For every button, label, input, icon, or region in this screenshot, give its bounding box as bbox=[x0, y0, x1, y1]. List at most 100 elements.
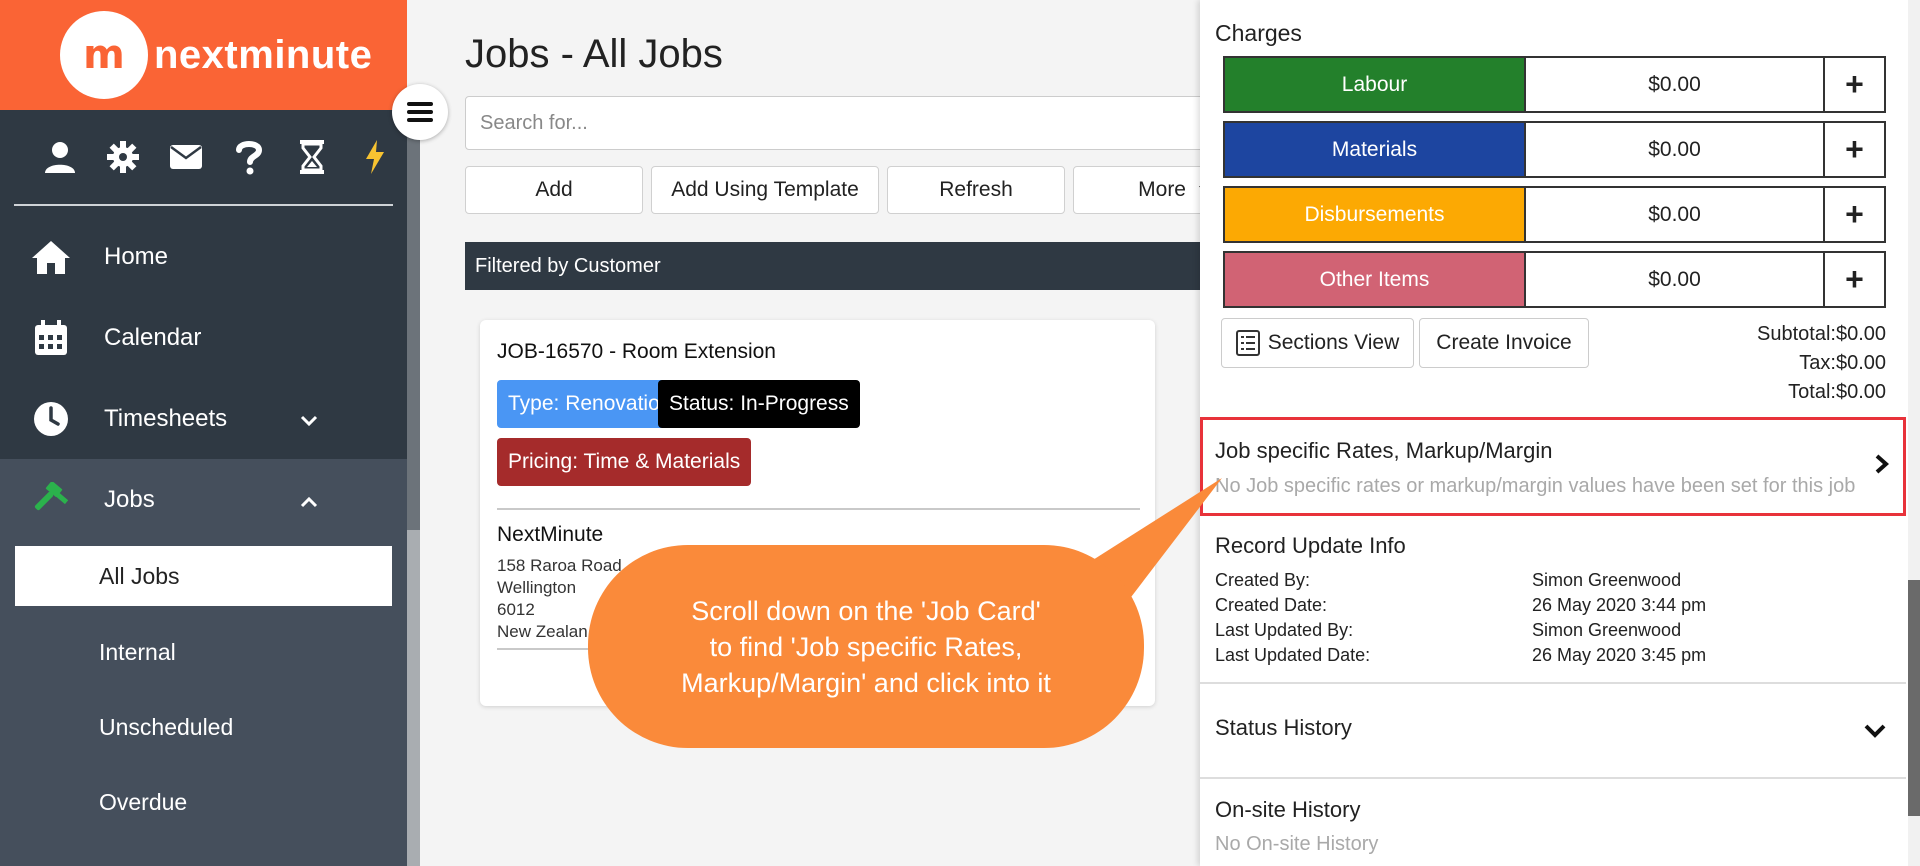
divider bbox=[497, 508, 1140, 510]
charge-value: $0.00 bbox=[1524, 188, 1823, 241]
clock-icon bbox=[28, 396, 74, 442]
nav-calendar[interactable]: Calendar bbox=[0, 297, 407, 378]
customer-name: NextMinute bbox=[497, 523, 604, 546]
plus-icon: + bbox=[1845, 131, 1864, 167]
sidebar: m nextminute Home Calendar Timesheets Jo… bbox=[0, 0, 407, 866]
status-history-title[interactable]: Status History bbox=[1215, 715, 1352, 741]
plus-icon: + bbox=[1845, 196, 1864, 232]
chevron-down-icon[interactable] bbox=[1864, 724, 1886, 743]
record-label: Last Updated Date: bbox=[1215, 645, 1371, 665]
divider bbox=[1200, 682, 1906, 684]
hourglass-icon[interactable] bbox=[281, 137, 344, 177]
home-icon bbox=[28, 234, 74, 280]
record-info-title: Record Update Info bbox=[1215, 533, 1406, 558]
rates-title: Job specific Rates, Markup/Margin bbox=[1215, 438, 1553, 463]
add-template-button[interactable]: Add Using Template bbox=[651, 166, 879, 214]
charge-row-materials: Materials $0.00 + bbox=[1223, 121, 1886, 178]
hamburger-icon bbox=[407, 102, 433, 122]
help-icon[interactable] bbox=[218, 137, 281, 177]
sidebar-scrollbar[interactable] bbox=[407, 110, 420, 866]
scroll-thumb[interactable] bbox=[1908, 580, 1920, 816]
type-badge: Type: Renovation bbox=[497, 380, 683, 428]
add-labour-button[interactable]: + bbox=[1823, 58, 1884, 111]
plus-icon: + bbox=[1845, 261, 1864, 297]
add-button[interactable]: Add bbox=[465, 166, 643, 214]
charge-row-labour: Labour $0.00 + bbox=[1223, 56, 1886, 113]
chevron-down-icon[interactable] bbox=[300, 406, 318, 434]
address-line: Wellington bbox=[497, 578, 577, 597]
add-other-items-button[interactable]: + bbox=[1823, 253, 1884, 306]
quick-icons bbox=[0, 110, 407, 204]
charge-value: $0.00 bbox=[1524, 123, 1823, 176]
divider bbox=[1200, 777, 1906, 779]
pricing-badge: Pricing: Time & Materials bbox=[497, 438, 752, 486]
add-disbursements-button[interactable]: + bbox=[1823, 188, 1884, 241]
nav-label: Calendar bbox=[104, 323, 202, 351]
charge-label: Labour bbox=[1225, 58, 1524, 111]
charge-value: $0.00 bbox=[1524, 58, 1823, 111]
add-materials-button[interactable]: + bbox=[1823, 123, 1884, 176]
job-detail-panel: Charges Labour $0.00 + Materials $0.00 +… bbox=[1200, 0, 1908, 866]
sections-view-button[interactable]: Sections View bbox=[1221, 318, 1414, 368]
total: Total:$0.00 bbox=[1788, 381, 1886, 403]
nav-home[interactable]: Home bbox=[0, 216, 407, 297]
record-value: 26 May 2020 3:45 pm bbox=[1532, 645, 1707, 665]
address-line: New Zealan bbox=[497, 622, 588, 641]
sub-overdue[interactable]: Overdue bbox=[0, 765, 407, 840]
callout-line: Scroll down on the 'Job Card' bbox=[691, 595, 1041, 626]
charge-value: $0.00 bbox=[1524, 253, 1823, 306]
charge-label: Disbursements bbox=[1225, 188, 1524, 241]
refresh-button[interactable]: Refresh bbox=[887, 166, 1065, 214]
logo[interactable]: m nextminute bbox=[0, 0, 407, 110]
callout-line: to find 'Job specific Rates, bbox=[709, 631, 1023, 662]
onsite-history-empty: No On-site History bbox=[1215, 833, 1379, 855]
panel-scrollbar[interactable] bbox=[1908, 0, 1920, 866]
subtotal: Subtotal:$0.00 bbox=[1757, 323, 1886, 345]
calendar-icon bbox=[28, 315, 74, 361]
logo-mark: m bbox=[60, 11, 148, 99]
rates-description: No Job specific rates or markup/margin v… bbox=[1215, 475, 1856, 497]
record-label: Created Date: bbox=[1215, 595, 1328, 615]
chevron-up-icon[interactable] bbox=[300, 487, 318, 515]
nav-label: Timesheets bbox=[104, 404, 228, 432]
nav-jobs[interactable]: Jobs bbox=[0, 459, 407, 540]
charge-label: Materials bbox=[1225, 123, 1524, 176]
sub-internal[interactable]: Internal bbox=[0, 615, 407, 690]
lightning-icon[interactable] bbox=[344, 137, 407, 177]
record-value: Simon Greenwood bbox=[1532, 570, 1682, 590]
sub-unscheduled[interactable]: Unscheduled bbox=[0, 690, 407, 765]
create-invoice-button[interactable]: Create Invoice bbox=[1419, 318, 1589, 368]
brand-name: nextminute bbox=[154, 32, 373, 77]
scroll-thumb[interactable] bbox=[407, 110, 420, 530]
job-title: JOB-16570 - Room Extension bbox=[497, 340, 776, 363]
charge-row-other: Other Items $0.00 + bbox=[1223, 251, 1886, 308]
charges-title: Charges bbox=[1215, 20, 1302, 46]
onsite-history-title: On-site History bbox=[1215, 797, 1361, 822]
sections-view-label: Sections View bbox=[1267, 331, 1400, 354]
search-input[interactable]: Search for... bbox=[465, 96, 1225, 150]
list-icon bbox=[1235, 330, 1260, 356]
tax: Tax:$0.00 bbox=[1799, 352, 1886, 374]
sub-all-jobs[interactable]: All Jobs bbox=[15, 546, 392, 606]
action-buttons: Add Add Using Template Refresh More bbox=[465, 166, 1223, 214]
more-label: More bbox=[1138, 178, 1186, 201]
user-icon[interactable] bbox=[28, 137, 91, 177]
record-label: Last Updated By: bbox=[1215, 620, 1354, 640]
page-title: Jobs - All Jobs bbox=[465, 32, 723, 76]
callout-line: Markup/Margin' and click into it bbox=[681, 667, 1051, 698]
instruction-callout: Scroll down on the 'Job Card' to find 'J… bbox=[588, 545, 1144, 748]
job-rates-section[interactable]: Job specific Rates, Markup/Margin No Job… bbox=[1200, 417, 1906, 516]
charge-label: Other Items bbox=[1225, 253, 1524, 306]
totals: Subtotal:$0.00 Tax:$0.00 Total:$0.00 bbox=[1757, 320, 1886, 407]
menu-toggle-button[interactable] bbox=[392, 84, 448, 140]
nav-label: Jobs bbox=[104, 485, 155, 513]
nav-timesheets[interactable]: Timesheets bbox=[0, 378, 407, 459]
gear-icon[interactable] bbox=[91, 137, 154, 177]
nav-label: Home bbox=[104, 242, 169, 270]
plus-icon: + bbox=[1845, 66, 1864, 102]
gavel-icon bbox=[28, 477, 74, 523]
status-badge: Status: In-Progress bbox=[658, 380, 860, 428]
filter-bar: Filtered by Customer bbox=[465, 242, 1225, 290]
chevron-right-icon bbox=[1875, 454, 1890, 479]
mail-icon[interactable] bbox=[154, 137, 217, 177]
